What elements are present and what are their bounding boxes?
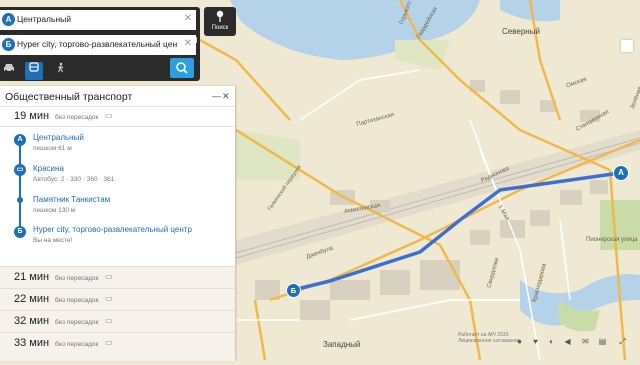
search-icon: [176, 62, 188, 74]
to-input[interactable]: Hyper city, торгово-развлекательный цент…: [17, 39, 177, 49]
route-time: 19 мин: [14, 110, 50, 122]
comment-icon[interactable]: ◐: [546, 336, 557, 347]
route-transfers: без пересадок: [55, 319, 99, 326]
route-search-panel: А Центральный ✕ Б Hyper city, торгово-ра…: [0, 7, 200, 81]
map-marker-end[interactable]: Б: [286, 283, 301, 298]
car-icon[interactable]: [0, 62, 18, 80]
bus-icon: ▭: [105, 111, 113, 120]
step-end-marker-icon: Б: [14, 226, 26, 238]
route-transfers: без пересадок: [55, 341, 99, 348]
map-marker-start[interactable]: А: [613, 165, 629, 181]
step-start-name[interactable]: Центральный: [33, 133, 84, 142]
route-option[interactable]: 33 мин без пересадок ▭: [0, 332, 235, 361]
share-icon[interactable]: ◀: [562, 336, 573, 347]
search-tool-button[interactable]: Поиск: [204, 7, 236, 36]
step-board-sub: Автобус: 2 · 330 · 360 · 361: [33, 176, 115, 183]
from-marker-icon: А: [2, 13, 15, 26]
step-start-sub: пешком 61 м: [33, 145, 72, 152]
map-label-zapadny: Западный: [323, 340, 361, 349]
map-label-pionerskaya: Пионерская улица: [586, 237, 638, 243]
bus-icon: ▭: [105, 294, 113, 303]
step-alight-dot-icon: [17, 197, 23, 203]
route-transfers: без пересадок: [55, 275, 99, 282]
map-label-severny: Северный: [502, 27, 540, 36]
from-field[interactable]: А Центральный ✕: [0, 10, 196, 30]
to-clear-icon[interactable]: ✕: [184, 38, 192, 49]
heart-icon[interactable]: ♥: [530, 336, 541, 347]
transit-panel-title: Общественный транспорт: [5, 91, 133, 103]
route-transfers: без пересадок: [55, 114, 99, 121]
to-marker-icon: Б: [2, 38, 15, 51]
step-board-name[interactable]: Красина: [33, 164, 64, 173]
route-option[interactable]: 22 мин без пересадок ▭: [0, 288, 235, 310]
minimize-icon[interactable]: —: [212, 91, 221, 101]
bus-icon[interactable]: [25, 62, 43, 80]
step-alight-sub: пешком 130 м: [33, 207, 76, 214]
from-input[interactable]: Центральный: [17, 14, 177, 24]
route-time: 21 мин: [14, 271, 50, 283]
fullscreen-icon[interactable]: ⤢: [617, 336, 628, 347]
attribution[interactable]: Работает на API 2GIS Лицензионное соглаш…: [458, 332, 521, 344]
step-start-marker-icon: А: [14, 134, 26, 146]
route-search-button[interactable]: [170, 58, 194, 78]
route-time: 33 мин: [14, 337, 50, 349]
close-icon[interactable]: ✕: [222, 91, 230, 102]
person-icon[interactable]: ●: [514, 336, 525, 347]
mail-icon[interactable]: ✉: [580, 336, 591, 347]
route-option-best[interactable]: 19 мин без пересадок ▭ А Центральный пеш…: [0, 106, 235, 252]
route-option[interactable]: 32 мин без пересадок ▭: [0, 310, 235, 332]
bus-icon: ▭: [105, 316, 113, 325]
print-icon[interactable]: ▤: [597, 336, 608, 347]
pin-icon: [216, 10, 224, 22]
bus-icon: ▭: [105, 338, 113, 347]
walk-icon[interactable]: [52, 62, 70, 80]
step-end-sub: Вы на месте!: [33, 237, 73, 244]
route-time: 22 мин: [14, 293, 50, 305]
step-alight-name[interactable]: Памятник Танкистам: [33, 195, 110, 204]
step-bus-icon: ▭: [14, 164, 26, 176]
route-time: 32 мин: [14, 315, 50, 327]
bus-icon: ▭: [105, 272, 113, 281]
map-zoom-control[interactable]: [621, 40, 633, 52]
route-transfers: без пересадок: [55, 297, 99, 304]
attribution-license[interactable]: Лицензионное соглашение: [458, 338, 521, 344]
step-end-name[interactable]: Hyper city, торгово-развлекательный цент…: [33, 225, 192, 234]
route-option[interactable]: 21 мин без пересадок ▭: [0, 266, 235, 288]
to-field[interactable]: Б Hyper city, торгово-развлекательный це…: [0, 35, 196, 55]
from-clear-icon[interactable]: ✕: [184, 13, 192, 24]
transit-results-panel: Общественный транспорт — ✕ 19 мин без пе…: [0, 86, 235, 361]
search-tool-label: Поиск: [211, 25, 229, 31]
